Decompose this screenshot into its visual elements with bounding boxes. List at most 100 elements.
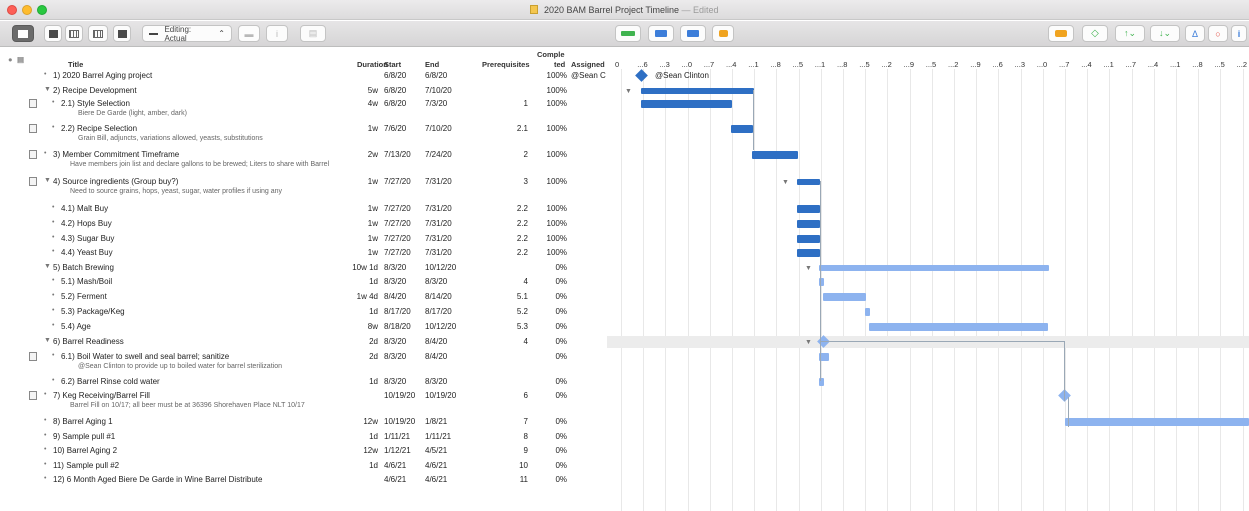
table-row[interactable]: • 6.2) Barrel Rinse cold water 1d 8/3/20 8/3… — [0, 375, 606, 389]
gantt-task-bar[interactable] — [797, 235, 820, 243]
task-prerequisites[interactable]: 7 — [500, 417, 528, 426]
task-end[interactable]: 10/12/20 — [425, 263, 470, 272]
task-prerequisites[interactable]: 4 — [500, 337, 528, 346]
table-row[interactable]: • 4.4) Yeast Buy 1w 7/27/20 7/31/20 2.2 100% — [0, 246, 606, 261]
gantt-task-bar[interactable] — [1065, 418, 1249, 426]
gantt-task-bar[interactable] — [823, 293, 866, 301]
task-end[interactable]: 1/11/21 — [425, 432, 470, 441]
table-row[interactable]: • 9) Sample pull #1 1d 1/11/21 1/11/21 8 0% — [0, 430, 606, 444]
task-end[interactable]: 7/31/20 — [425, 204, 470, 213]
task-duration[interactable]: 1w 4d — [340, 292, 378, 301]
gantt-task-bar[interactable] — [797, 249, 820, 257]
task-duration[interactable]: 10w 1d — [340, 263, 378, 272]
task-completed[interactable]: 0% — [536, 263, 567, 272]
task-title[interactable]: 4.2) Hops Buy — [61, 219, 112, 228]
gantt-disclosure-triangle-icon[interactable]: ▼ — [625, 88, 632, 95]
task-title[interactable]: 8) Barrel Aging 1 — [53, 417, 113, 426]
task-title[interactable]: 4) Source ingredients (Group buy?) — [53, 177, 178, 186]
table-row[interactable]: • 5.4) Age 8w 8/18/20 10/12/20 5.3 0% — [0, 320, 606, 335]
gantt-group-bar[interactable] — [641, 88, 754, 94]
table-row[interactable]: • 4.1) Malt Buy 1w 7/27/20 7/31/20 2.2 100% — [0, 202, 606, 217]
note-icon[interactable] — [29, 99, 37, 108]
task-start[interactable]: 10/19/20 — [384, 417, 424, 426]
table-row[interactable]: ▼ 6) Barrel Readiness 2d 8/3/20 8/4/20 4 0% — [0, 335, 606, 350]
table-row[interactable]: ▼ 2) Recipe Development 5w 6/8/20 7/10/20 100… — [0, 84, 606, 97]
task-end[interactable]: 7/24/20 — [425, 150, 470, 159]
task-title[interactable]: 5.3) Package/Keg — [61, 307, 125, 316]
task-prerequisites[interactable]: 2.2 — [500, 204, 528, 213]
gantt-task-bar[interactable] — [731, 125, 753, 133]
task-start[interactable]: 7/27/20 — [384, 219, 424, 228]
disclosure-triangle-icon[interactable]: ▼ — [44, 177, 51, 184]
resources-view-button[interactable] — [44, 25, 62, 42]
task-prerequisites[interactable]: 10 — [500, 461, 528, 470]
table-row[interactable]: • 12) 6 Month Aged Biere De Garde in Wine… — [0, 473, 606, 487]
task-start[interactable]: 7/27/20 — [384, 177, 424, 186]
task-title[interactable]: 7) Keg Receiving/Barrel Fill — [53, 391, 150, 400]
task-end[interactable]: 4/6/21 — [425, 475, 470, 484]
task-completed[interactable]: 100% — [536, 150, 567, 159]
table-row[interactable]: • 4.2) Hops Buy 1w 7/27/20 7/31/20 2.2 100% — [0, 217, 606, 232]
task-prerequisites[interactable]: 5.2 — [500, 307, 528, 316]
gantt-disclosure-triangle-icon[interactable]: ▼ — [805, 265, 812, 272]
task-duration[interactable]: 2d — [340, 337, 378, 346]
task-title[interactable]: 5.4) Age — [61, 322, 91, 331]
task-duration[interactable]: 4w — [340, 99, 378, 108]
table-row[interactable]: • 11) Sample pull #2 1d 4/6/21 4/6/21 10 0% — [0, 459, 606, 473]
calendar-view-button[interactable] — [113, 25, 131, 42]
task-title[interactable]: 5) Batch Brewing — [53, 263, 114, 272]
task-end[interactable]: 7/31/20 — [425, 234, 470, 243]
task-duration[interactable]: 5w — [340, 86, 378, 95]
note-icon[interactable] — [29, 177, 37, 186]
task-start[interactable]: 7/27/20 — [384, 248, 424, 257]
gantt-task-bar[interactable] — [869, 323, 1048, 331]
table-row[interactable]: • 2.1) Style Selection 4w 6/8/20 7/3/20 1 100%… — [0, 97, 606, 122]
disclosure-triangle-icon[interactable]: ▼ — [44, 263, 51, 270]
table-row[interactable]: • 7) Keg Receiving/Barrel Fill 10/19/20 10/… — [0, 389, 606, 415]
catch-up-button[interactable]: ↓⌄ — [1150, 25, 1180, 42]
task-start[interactable]: 4/6/21 — [384, 461, 424, 470]
task-completed[interactable]: 0% — [536, 377, 567, 386]
task-start[interactable]: 7/6/20 — [384, 124, 424, 133]
task-completed[interactable]: 100% — [536, 234, 567, 243]
column-header-assigned[interactable]: Assigned — [571, 60, 605, 69]
table-row[interactable]: • 2.2) Recipe Selection 1w 7/6/20 7/10/20 2.1… — [0, 122, 606, 148]
table-row[interactable]: • 8) Barrel Aging 1 12w 10/19/20 1/8/21 7 0% — [0, 415, 606, 430]
task-completed[interactable]: 0% — [536, 292, 567, 301]
task-start[interactable]: 4/6/21 — [384, 475, 424, 484]
note-icon[interactable] — [29, 352, 37, 361]
task-title[interactable]: 2) Recipe Development — [53, 86, 137, 95]
task-duration[interactable]: 1d — [340, 307, 378, 316]
task-title[interactable]: 11) Sample pull #2 — [53, 461, 119, 470]
task-duration[interactable]: 1w — [340, 124, 378, 133]
task-completed[interactable]: 0% — [536, 391, 567, 400]
task-title[interactable]: 5.2) Ferment — [61, 292, 107, 301]
task-end[interactable]: 4/5/21 — [425, 446, 470, 455]
task-prerequisites[interactable]: 3 — [500, 177, 528, 186]
task-duration[interactable]: 1w — [340, 177, 378, 186]
column-header-end[interactable]: End — [425, 60, 439, 69]
task-title[interactable]: 10) Barrel Aging 2 — [53, 446, 117, 455]
task-title[interactable]: 6) Barrel Readiness — [53, 337, 124, 346]
table-row[interactable]: • 10) Barrel Aging 2 12w 1/12/21 4/5/21 9 0% — [0, 444, 606, 459]
inspector-button[interactable]: i — [1231, 25, 1247, 42]
disclosure-triangle-icon[interactable]: ▼ — [44, 337, 51, 344]
task-end[interactable]: 1/8/21 — [425, 417, 470, 426]
task-start[interactable]: 8/17/20 — [384, 307, 424, 316]
task-end[interactable]: 7/31/20 — [425, 248, 470, 257]
task-end[interactable]: 10/19/20 — [425, 391, 470, 400]
task-start[interactable]: 6/8/20 — [384, 99, 424, 108]
task-duration[interactable]: 1d — [340, 377, 378, 386]
note-icon[interactable] — [29, 150, 37, 159]
split-button[interactable]: ▤ — [300, 25, 326, 42]
task-completed[interactable]: 0% — [536, 352, 567, 361]
task-title[interactable]: 4.3) Sugar Buy — [61, 234, 114, 243]
task-start[interactable]: 8/4/20 — [384, 292, 424, 301]
task-end[interactable]: 7/31/20 — [425, 219, 470, 228]
task-completed[interactable]: 0% — [536, 307, 567, 316]
task-start[interactable]: 8/3/20 — [384, 337, 424, 346]
task-end[interactable]: 8/4/20 — [425, 337, 470, 346]
add-task-button[interactable] — [615, 25, 641, 42]
task-title[interactable]: 2.1) Style Selection — [61, 99, 130, 108]
task-start[interactable]: 8/3/20 — [384, 352, 424, 361]
